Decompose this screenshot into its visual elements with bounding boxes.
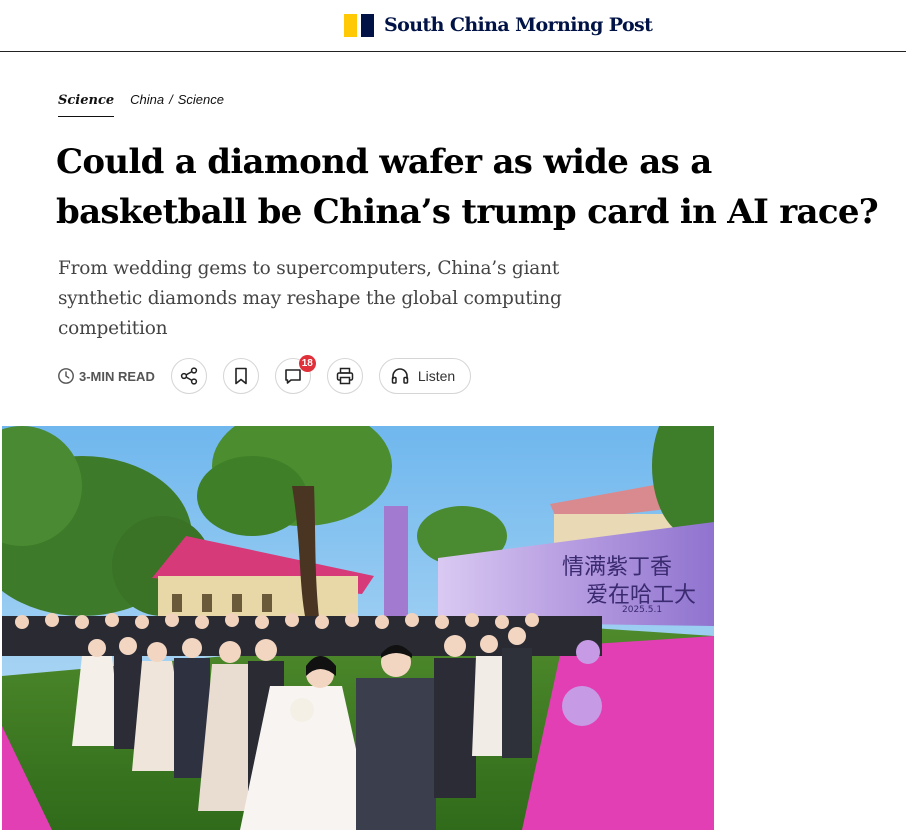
wedding-photo: 情满紫丁香 爱在哈工大 2025.5.1 bbox=[2, 426, 714, 830]
listen-button[interactable]: Listen bbox=[378, 358, 472, 394]
breadcrumb-science[interactable]: Science bbox=[58, 93, 115, 117]
breadcrumb: Science China / Science bbox=[58, 92, 224, 117]
breadcrumb-path: China / Science bbox=[130, 92, 224, 107]
bookmark-icon bbox=[235, 367, 247, 385]
comment-button[interactable]: 18 bbox=[274, 355, 316, 394]
comment-icon bbox=[285, 369, 301, 384]
print-button[interactable] bbox=[326, 358, 363, 394]
print-icon bbox=[336, 367, 354, 385]
read-time-label: 3-MIN READ bbox=[79, 368, 155, 384]
page-title: Could a diamond wafer as wide as a baske… bbox=[56, 142, 879, 232]
read-time: 3-MIN READ bbox=[57, 367, 155, 385]
headphones-icon bbox=[391, 368, 409, 384]
bookmark-button[interactable] bbox=[222, 358, 259, 394]
clock-icon bbox=[58, 368, 74, 384]
breadcrumb-separator: / bbox=[169, 92, 173, 107]
share-icon bbox=[180, 367, 197, 385]
comment-count-badge: 18 bbox=[298, 355, 316, 372]
logo-mark-icon bbox=[344, 13, 374, 37]
listen-label: Listen bbox=[417, 368, 456, 384]
article-toolbar: 3-MIN READ 18 Listen bbox=[57, 355, 472, 395]
breadcrumb-china[interactable]: China bbox=[130, 92, 164, 107]
banner-line-1: 情满紫丁香 bbox=[562, 555, 672, 580]
share-button[interactable] bbox=[170, 358, 207, 394]
hero-image[interactable]: 情满紫丁香 爱在哈工大 2025.5.1 bbox=[2, 426, 714, 830]
banner-date: 2025.5.1 bbox=[622, 605, 662, 615]
breadcrumb-science-sub[interactable]: Science bbox=[178, 92, 224, 107]
article-summary: From wedding gems to supercomputers, Chi… bbox=[58, 258, 562, 339]
masthead: South China Morning Post bbox=[0, 0, 906, 52]
brand-logo[interactable]: South China Morning Post bbox=[344, 13, 653, 37]
brand-name: South China Morning Post bbox=[384, 14, 653, 36]
